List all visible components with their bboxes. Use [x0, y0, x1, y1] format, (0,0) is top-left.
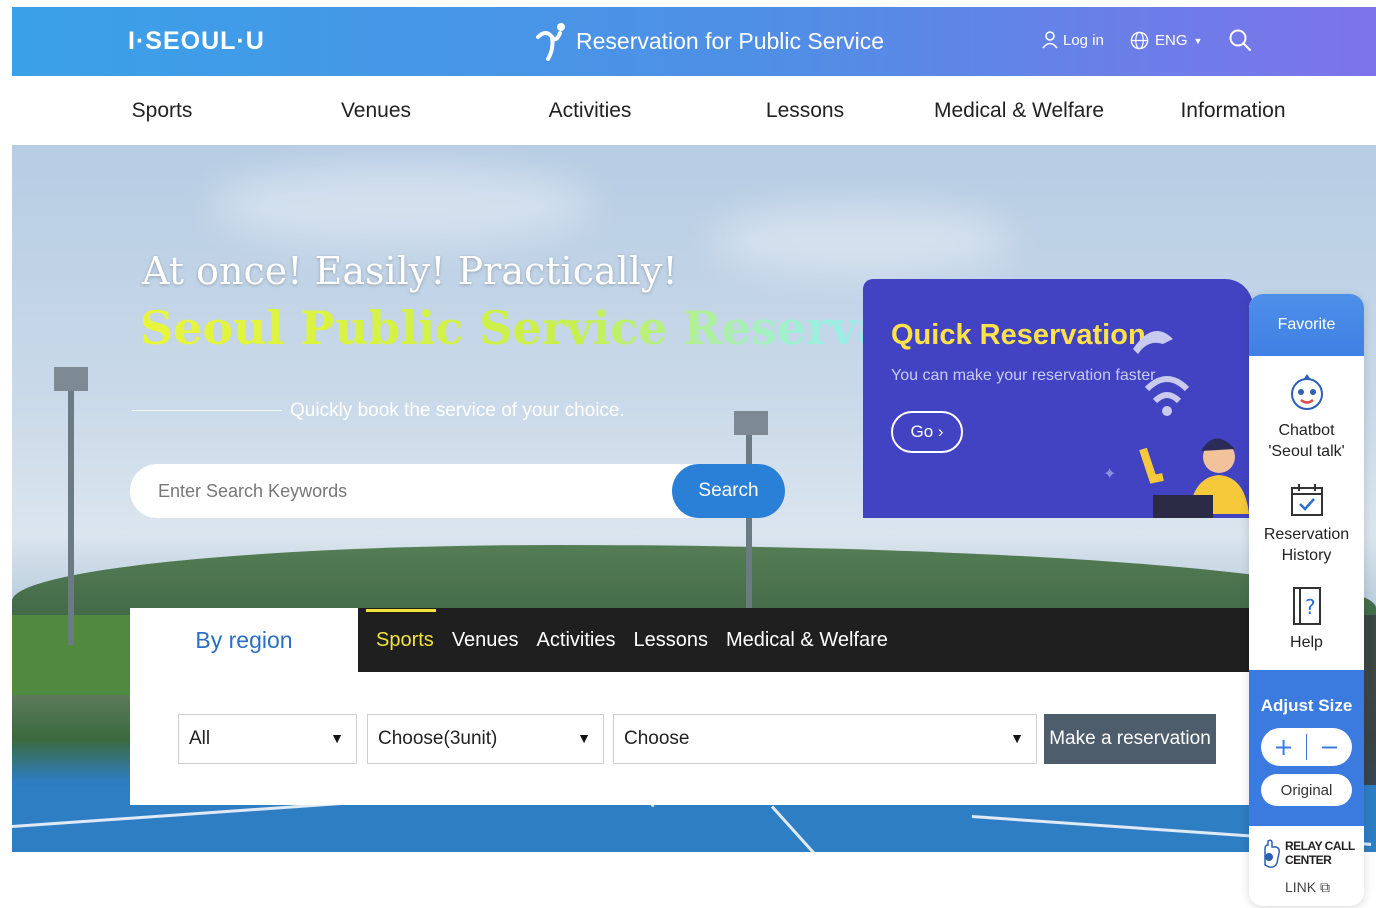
- language-selector[interactable]: ENG ▼: [1130, 31, 1202, 50]
- search-by-category-panel: By region Sports Venues Activities Lesso…: [130, 608, 1250, 805]
- nav-item-information[interactable]: Information: [1180, 99, 1285, 123]
- unit-select-value: Choose(3unit): [378, 728, 498, 749]
- reservation-history-link[interactable]: Reservation History: [1249, 482, 1364, 566]
- chatbot-link[interactable]: Chatbot 'Seoul talk': [1249, 372, 1364, 462]
- relay-line2: CENTER: [1285, 853, 1332, 867]
- tab-activities[interactable]: Activities: [537, 629, 616, 652]
- site-title: Reservation for Public Service: [576, 27, 885, 54]
- facility-select[interactable]: Choose ▼: [613, 714, 1037, 764]
- relay-call-center-label: RELAY CALL CENTER: [1285, 839, 1355, 867]
- cloud-decoration: [712, 205, 1012, 275]
- quick-reservation-card: Quick Reservation You can make your rese…: [863, 279, 1253, 518]
- nav-item-venues[interactable]: Venues: [341, 99, 411, 123]
- globe-icon: [1130, 31, 1149, 50]
- chatbot-label-line2: 'Seoul talk': [1268, 443, 1345, 460]
- calendar-check-icon: [1290, 484, 1323, 516]
- brand-mark-icon: [536, 23, 565, 61]
- chatbot-label-line1: Chatbot: [1278, 422, 1335, 439]
- relay-line1: RELAY CALL: [1285, 839, 1355, 853]
- original-size-button[interactable]: Original: [1261, 774, 1352, 806]
- region-select[interactable]: All ▼: [178, 714, 357, 764]
- nav-item-medical-welfare[interactable]: Medical & Welfare: [934, 99, 1104, 123]
- tab-medical-welfare[interactable]: Medical & Welfare: [726, 629, 888, 652]
- facility-select-value: Choose: [624, 728, 690, 749]
- login-label: Log in: [1063, 31, 1104, 49]
- decrease-size-button[interactable]: −: [1307, 728, 1352, 766]
- tab-lessons[interactable]: Lessons: [633, 629, 708, 652]
- floodlight-pole: [746, 425, 752, 625]
- tab-venues[interactable]: Venues: [452, 629, 519, 652]
- favorite-quick-menu: Favorite Chatbot 'Seoul talk' Reservatio…: [1249, 294, 1364, 906]
- search-input[interactable]: [158, 464, 658, 518]
- floodlight-head: [54, 367, 88, 391]
- user-icon: [1042, 31, 1058, 49]
- dropdown-arrow-icon: ▼: [577, 730, 591, 746]
- history-label-line1: Reservation: [1263, 526, 1350, 543]
- go-button[interactable]: Go ›: [891, 411, 963, 453]
- increase-size-button[interactable]: +: [1261, 728, 1306, 766]
- relay-call-center-link[interactable]: RELAY CALL CENTER LINK ⧉: [1259, 839, 1359, 895]
- history-label-line2: History: [1281, 547, 1332, 564]
- svg-text:?: ?: [1305, 595, 1316, 619]
- chatbot-icon: [1290, 374, 1323, 410]
- help-label: Help: [1290, 634, 1323, 651]
- help-document-icon: ?: [1292, 587, 1321, 625]
- tab-sports[interactable]: Sports: [366, 608, 436, 652]
- main-nav: Sports Venues Activities Lessons Medical…: [12, 76, 1376, 145]
- person-with-laptop-illustration: ✦: [1103, 331, 1249, 518]
- nav-item-activities[interactable]: Activities: [549, 99, 632, 123]
- top-header: I·SEOUL·U Reservation for Public Service…: [12, 7, 1376, 76]
- hero-divider: [132, 410, 282, 411]
- relay-link-label: LINK ⧉: [1285, 879, 1331, 895]
- language-label: ENG: [1155, 32, 1188, 49]
- site-brand[interactable]: Reservation for Public Service: [534, 21, 884, 61]
- unit-select[interactable]: Choose(3unit) ▼: [367, 714, 604, 764]
- dropdown-arrow-icon: ▼: [330, 730, 344, 746]
- iseoulu-logo[interactable]: I·SEOUL·U: [128, 27, 265, 56]
- dropdown-arrow-icon: ▼: [1010, 730, 1024, 746]
- size-stepper: + −: [1261, 728, 1352, 766]
- hero-banner: At once! Easily! Practically! Seoul Publ…: [12, 145, 1376, 852]
- search-button[interactable]: Search: [672, 464, 785, 518]
- favorite-header: Favorite: [1249, 294, 1364, 356]
- adjust-size-panel: Adjust Size + − Original: [1249, 670, 1364, 826]
- nav-item-sports[interactable]: Sports: [132, 99, 193, 123]
- cloud-decoration: [212, 165, 592, 245]
- floodlight-pole: [68, 385, 74, 645]
- svg-text:✦: ✦: [1103, 464, 1116, 483]
- sign-language-hand-icon: [1264, 839, 1280, 868]
- hero-tagline: Quickly book the service of your choice.: [290, 400, 625, 421]
- help-link[interactable]: ? Help: [1249, 586, 1364, 653]
- caret-down-icon: ▼: [1193, 35, 1203, 46]
- search-icon[interactable]: [1228, 28, 1252, 52]
- login-link[interactable]: Log in: [1042, 31, 1104, 49]
- hero-search-bar: Search: [130, 464, 785, 518]
- region-select-value: All: [189, 728, 211, 749]
- treeline-decoration: [12, 545, 1376, 615]
- adjust-size-title: Adjust Size: [1260, 696, 1353, 715]
- make-reservation-button[interactable]: Make a reservation: [1044, 714, 1216, 764]
- tab-by-region[interactable]: By region: [130, 608, 358, 672]
- category-tab-bar: Sports Venues Activities Lessons Medical…: [358, 608, 1250, 672]
- nav-item-lessons[interactable]: Lessons: [766, 99, 844, 123]
- hero-subheading: At once! Easily! Practically!: [142, 249, 678, 293]
- floodlight-head: [734, 411, 768, 435]
